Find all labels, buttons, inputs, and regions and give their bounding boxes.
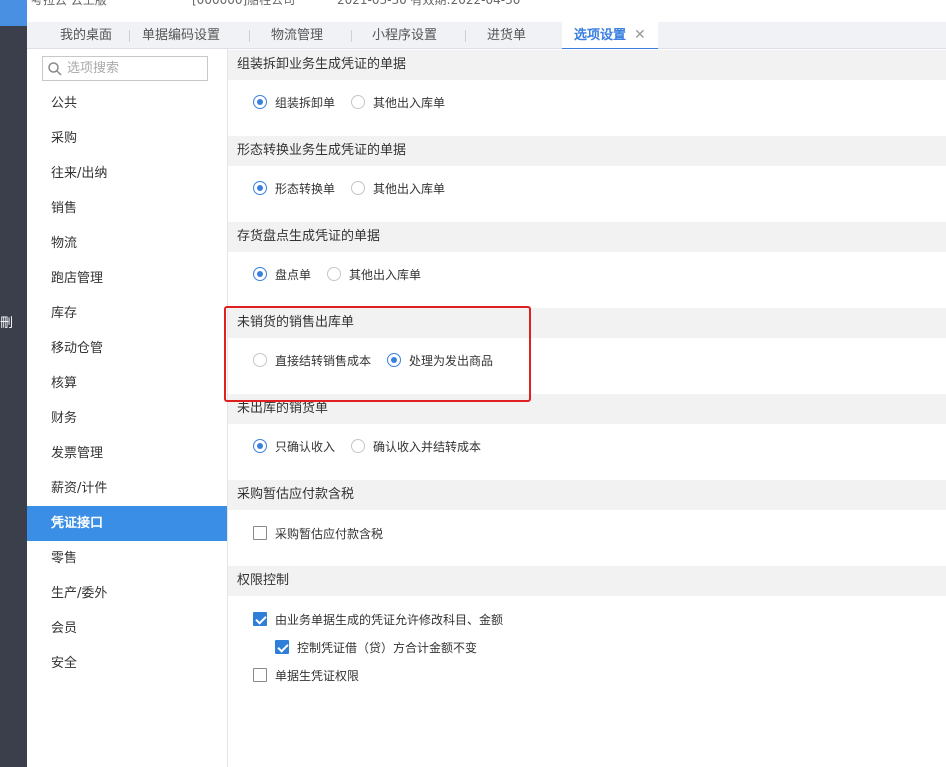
sidebar-item-logistics[interactable]: 物流 <box>27 226 227 261</box>
option-label[interactable]: 其他出入库单 <box>373 180 445 197</box>
checkbox-label[interactable]: 控制凭证借（贷）方合计金额不变 <box>297 639 477 656</box>
checkbox[interactable] <box>275 640 289 654</box>
sidebar-item-production[interactable]: 生产/委外 <box>27 576 227 611</box>
tab-desktop[interactable]: 我的桌面 <box>60 22 112 49</box>
tab-miniprogram-settings[interactable]: 小程序设置 <box>372 22 437 49</box>
highlight-box <box>224 306 531 402</box>
sidebar-item-accounts-cashier[interactable]: 往来/出纳 <box>27 156 227 191</box>
left-rail: 刪 <box>0 0 27 767</box>
option-label[interactable]: 确认收入并结转成本 <box>373 438 481 455</box>
tab-doc-code-settings[interactable]: 单据编码设置 <box>142 22 220 49</box>
rail-active-block[interactable] <box>0 0 27 26</box>
sidebar-item-store-visit[interactable]: 跑店管理 <box>27 261 227 296</box>
close-icon[interactable]: ✕ <box>634 27 646 43</box>
radio-button[interactable] <box>351 439 365 453</box>
sidebar-item-sales[interactable]: 销售 <box>27 191 227 226</box>
checkbox[interactable] <box>253 612 267 626</box>
radio-button[interactable] <box>327 267 341 281</box>
radio-button[interactable] <box>253 95 267 109</box>
checkbox-label[interactable]: 采购暂估应付款含税 <box>275 525 383 542</box>
checkbox[interactable] <box>253 668 267 682</box>
section-title: 存货盘点生成凭证的单据 <box>228 222 946 252</box>
sidebar-item-public[interactable]: 公共 <box>27 86 227 121</box>
sidebar-item-purchase[interactable]: 采购 <box>27 121 227 156</box>
section-title: 采购暂估应付款含税 <box>228 480 946 510</box>
tab-separator <box>465 30 466 42</box>
section-title: 组装拆卸业务生成凭证的单据 <box>228 50 946 80</box>
checkbox-label[interactable]: 由业务单据生成的凭证允许修改科目、金额 <box>275 611 503 628</box>
top-header-strip: 考拉云 云上版 [000000]船柱公司 2021-03-30 有效期:2022… <box>27 0 946 8</box>
date-info-label: 2021-03-30 有效期:2022-04-30 <box>337 0 521 7</box>
sidebar-item-voucher-interface[interactable]: 凭证接口 <box>27 506 227 541</box>
sidebar-item-mobile-warehouse[interactable]: 移动仓管 <box>27 331 227 366</box>
radio-button[interactable] <box>351 181 365 195</box>
section-title: 权限控制 <box>228 566 946 596</box>
radio-button[interactable] <box>253 439 267 453</box>
company-label: [000000]船柱公司 <box>192 0 296 7</box>
sidebar-item-finance[interactable]: 财务 <box>27 401 227 436</box>
tab-separator <box>249 30 250 42</box>
checkbox[interactable] <box>253 526 267 540</box>
sidebar-item-payroll[interactable]: 薪资/计件 <box>27 471 227 506</box>
option-label[interactable]: 盘点单 <box>275 266 311 283</box>
option-label[interactable]: 只确认收入 <box>275 438 335 455</box>
sidebar-item-accounting[interactable]: 核算 <box>27 366 227 401</box>
option-label[interactable]: 形态转换单 <box>275 180 335 197</box>
checkbox-label[interactable]: 单据生凭证权限 <box>275 667 359 684</box>
rail-glyph: 刪 <box>0 316 14 331</box>
option-label[interactable]: 其他出入库单 <box>373 94 445 111</box>
tab-option-settings-label: 选项设置 <box>574 28 627 43</box>
sidebar-item-member[interactable]: 会员 <box>27 611 227 646</box>
options-sidebar: 公共 采购 往来/出纳 销售 物流 跑店管理 库存 移动仓管 核算 财务 发票管… <box>27 49 228 767</box>
brand-label: 考拉云 云上版 <box>31 0 107 7</box>
tab-bar: 我的桌面 单据编码设置 物流管理 小程序设置 进货单 选项设置 ✕ <box>27 22 946 50</box>
option-label[interactable]: 组装拆卸单 <box>275 94 335 111</box>
search-icon <box>48 62 62 76</box>
sidebar-item-security[interactable]: 安全 <box>27 646 227 681</box>
search-box[interactable] <box>42 56 208 81</box>
radio-button[interactable] <box>253 267 267 281</box>
section-title: 形态转换业务生成凭证的单据 <box>228 136 946 166</box>
tab-separator <box>351 30 352 42</box>
option-label[interactable]: 其他出入库单 <box>349 266 421 283</box>
tab-option-settings[interactable]: 选项设置 ✕ <box>562 22 658 50</box>
sidebar-item-inventory[interactable]: 库存 <box>27 296 227 331</box>
radio-button[interactable] <box>351 95 365 109</box>
sidebar-item-retail[interactable]: 零售 <box>27 541 227 576</box>
sidebar-item-invoice[interactable]: 发票管理 <box>27 436 227 471</box>
search-input[interactable] <box>67 59 205 78</box>
radio-button[interactable] <box>253 181 267 195</box>
tab-logistics[interactable]: 物流管理 <box>271 22 323 49</box>
settings-panel: 组装拆卸业务生成凭证的单据 组装拆卸单 其他出入库单 形态转换业务生成凭证的单据… <box>228 49 946 767</box>
tab-separator <box>129 30 130 42</box>
tab-purchase-order[interactable]: 进货单 <box>487 22 526 49</box>
